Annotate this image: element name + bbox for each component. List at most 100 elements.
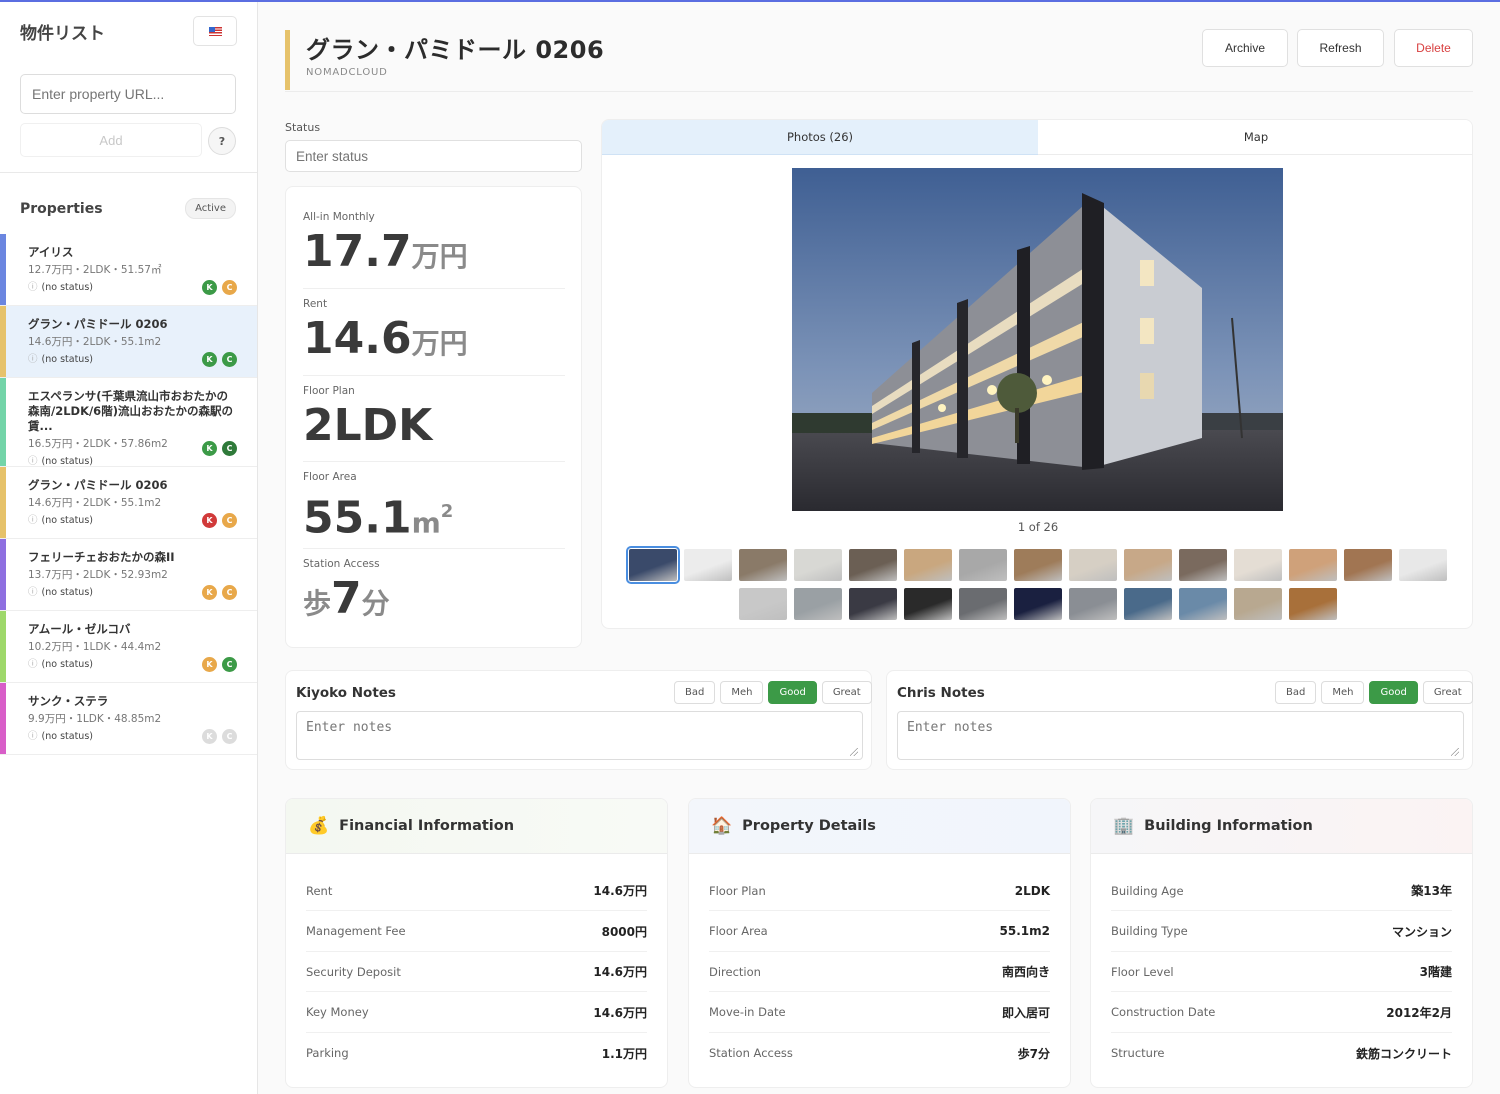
photo-thumbnail[interactable] [1014,549,1062,581]
resize-grip-icon[interactable] [850,748,858,756]
info-row-value: 築13年 [1411,884,1452,898]
property-list-item[interactable]: アイリス 12.7万円・2LDK・51.57㎡ ⓘ (no status) K C [0,234,257,306]
chris-rating-meh[interactable]: Meh [1321,681,1365,704]
photo-thumbnail[interactable] [904,549,952,581]
chris-rating-group: Bad Meh Good Great [1275,681,1473,704]
photo-thumbnail[interactable] [959,549,1007,581]
tab-photos[interactable]: Photos (26) [602,120,1038,155]
property-list-item[interactable]: アムール・ゼルコバ 10.2万円・1LDK・44.4m2 ⓘ (no status) K… [0,611,257,683]
kiyoko-rating-meh[interactable]: Meh [720,681,764,704]
chris-rating-good[interactable]: Good [1369,681,1418,704]
stat-label: Rent [303,298,328,310]
photo-thumbnail[interactable] [684,549,732,581]
stat-station-access: Station Access 歩7分 [303,558,565,627]
help-button[interactable]: ? [208,127,236,155]
property-list-item[interactable]: サンク・ステラ 9.9万円・1LDK・48.85m2 ⓘ (no status) K C [0,683,257,755]
stat-unit-superscript: 2 [440,501,454,522]
chris-notes-textarea[interactable]: Enter notes [897,711,1464,760]
property-status-text: (no status) [41,354,93,365]
main-property-photo[interactable] [792,168,1283,511]
language-toggle-button[interactable] [193,16,237,46]
refresh-button[interactable]: Refresh [1297,29,1384,67]
property-details-title: Property Details [742,818,876,834]
property-color-bar [0,467,6,538]
property-list-item[interactable]: グラン・パミドール 0206 14.6万円・2LDK・55.1m2 ⓘ (no sta… [0,306,257,378]
photo-thumbnail[interactable] [1234,549,1282,581]
resize-grip-icon[interactable] [1451,748,1459,756]
photo-thumbnail[interactable] [1289,588,1337,620]
stat-value: 2LDK [303,400,433,451]
photo-thumbnail[interactable] [1234,588,1282,620]
kiyoko-badge: K [202,513,217,528]
add-button[interactable]: Add [20,123,202,157]
kiyoko-notes-title: Kiyoko Notes [296,685,396,701]
photo-thumbnail[interactable] [1124,549,1172,581]
building-info-card: 🏢 Building Information Building Age 築13年 B… [1090,798,1473,1088]
active-filter-badge[interactable]: Active [185,198,236,219]
reviewer-badges: KC [202,585,237,600]
photo-thumbnail[interactable] [1124,588,1172,620]
info-row-value: マンション [1391,924,1452,939]
photo-thumbnail[interactable] [1399,549,1447,581]
office-building-icon: 🏢 [1113,816,1135,836]
photo-thumbnail[interactable] [1014,588,1062,620]
kiyoko-rating-good[interactable]: Good [768,681,817,704]
property-name: グラン・パミドール 0206 [28,317,168,331]
properties-title: Properties [20,200,103,217]
photo-thumbnail[interactable] [849,549,897,581]
chris-rating-bad[interactable]: Bad [1275,681,1317,704]
stat-unit: m [411,506,441,540]
info-row-value: 14.6万円 [593,1005,647,1020]
property-list-item[interactable]: グラン・パミドール 0206 14.6万円・2LDK・55.1m2 ⓘ (no sta… [0,467,257,539]
photo-thumbnail[interactable] [1069,549,1117,581]
property-list-item[interactable]: エスペランサ(千葉県流山市おおたかの森南/2LDK/6階)流山おおたかの森駅の賃… [0,378,257,467]
sidebar-title: 物件リスト [20,23,105,44]
photo-thumbnail[interactable] [849,588,897,620]
properties-header: Properties Active [20,198,236,219]
photo-thumbnail[interactable] [739,588,787,620]
photo-thumbnail[interactable] [1179,588,1227,620]
archive-button[interactable]: Archive [1202,29,1288,67]
stat-value: 歩7分 [303,576,565,627]
house-icon: 🏠 [711,816,733,836]
info-row-value: 歩7分 [1017,1046,1050,1061]
chris-badge: C [222,280,237,295]
photo-thumbnail[interactable] [794,588,842,620]
photo-thumbnail[interactable] [794,549,842,581]
kiyoko-notes-textarea[interactable]: Enter notes [296,711,863,760]
property-details-card: 🏠 Property Details Floor Plan 2LDK Floor A… [688,798,1071,1088]
stat-unit: 分 [361,587,390,620]
kiyoko-badge: K [202,352,217,367]
property-list-item[interactable]: フェリーチェおおたかの森II 13.7万円・2LDK・52.93m2 ⓘ (no st… [0,539,257,611]
source-label: NOMADCLOUD [306,67,388,78]
info-row-label: Move-in Date [709,1005,786,1019]
building-info-header: 🏢 Building Information [1091,799,1472,854]
tab-map[interactable]: Map [1038,120,1472,155]
kiyoko-rating-bad[interactable]: Bad [674,681,716,704]
photo-thumbnail[interactable] [1069,588,1117,620]
photo-thumbnail[interactable] [626,546,680,584]
property-url-input[interactable] [20,74,236,114]
status-input[interactable] [285,140,582,172]
chris-rating-great[interactable]: Great [1422,681,1473,704]
photo-thumbnail[interactable] [1289,549,1337,581]
photo-thumbnail[interactable] [959,588,1007,620]
chris-badge: C [222,729,237,744]
photo-thumbnail[interactable] [904,588,952,620]
property-color-bar [0,234,6,305]
info-row-value: 2LDK [1014,883,1050,898]
kiyoko-rating-great[interactable]: Great [821,681,872,704]
header-divider [285,91,1473,92]
delete-button[interactable]: Delete [1394,29,1473,67]
property-name: エスペランサ(千葉県流山市おおたかの森南/2LDK/6階)流山おおたかの森駅の賃… [28,389,233,433]
sidebar-divider [0,172,257,173]
photo-thumbnail[interactable] [1344,549,1392,581]
stat-rent: Rent 14.6万円 [303,298,565,367]
photo-thumbnail[interactable] [739,549,787,581]
stat-number: 7 [331,573,362,624]
property-color-bar [0,539,6,610]
photo-thumbnail[interactable] [1179,549,1227,581]
property-meta: 10.2万円・1LDK・44.4m2 [28,641,162,653]
info-row-label: Floor Plan [709,883,766,898]
building-info-title: Building Information [1144,818,1313,834]
